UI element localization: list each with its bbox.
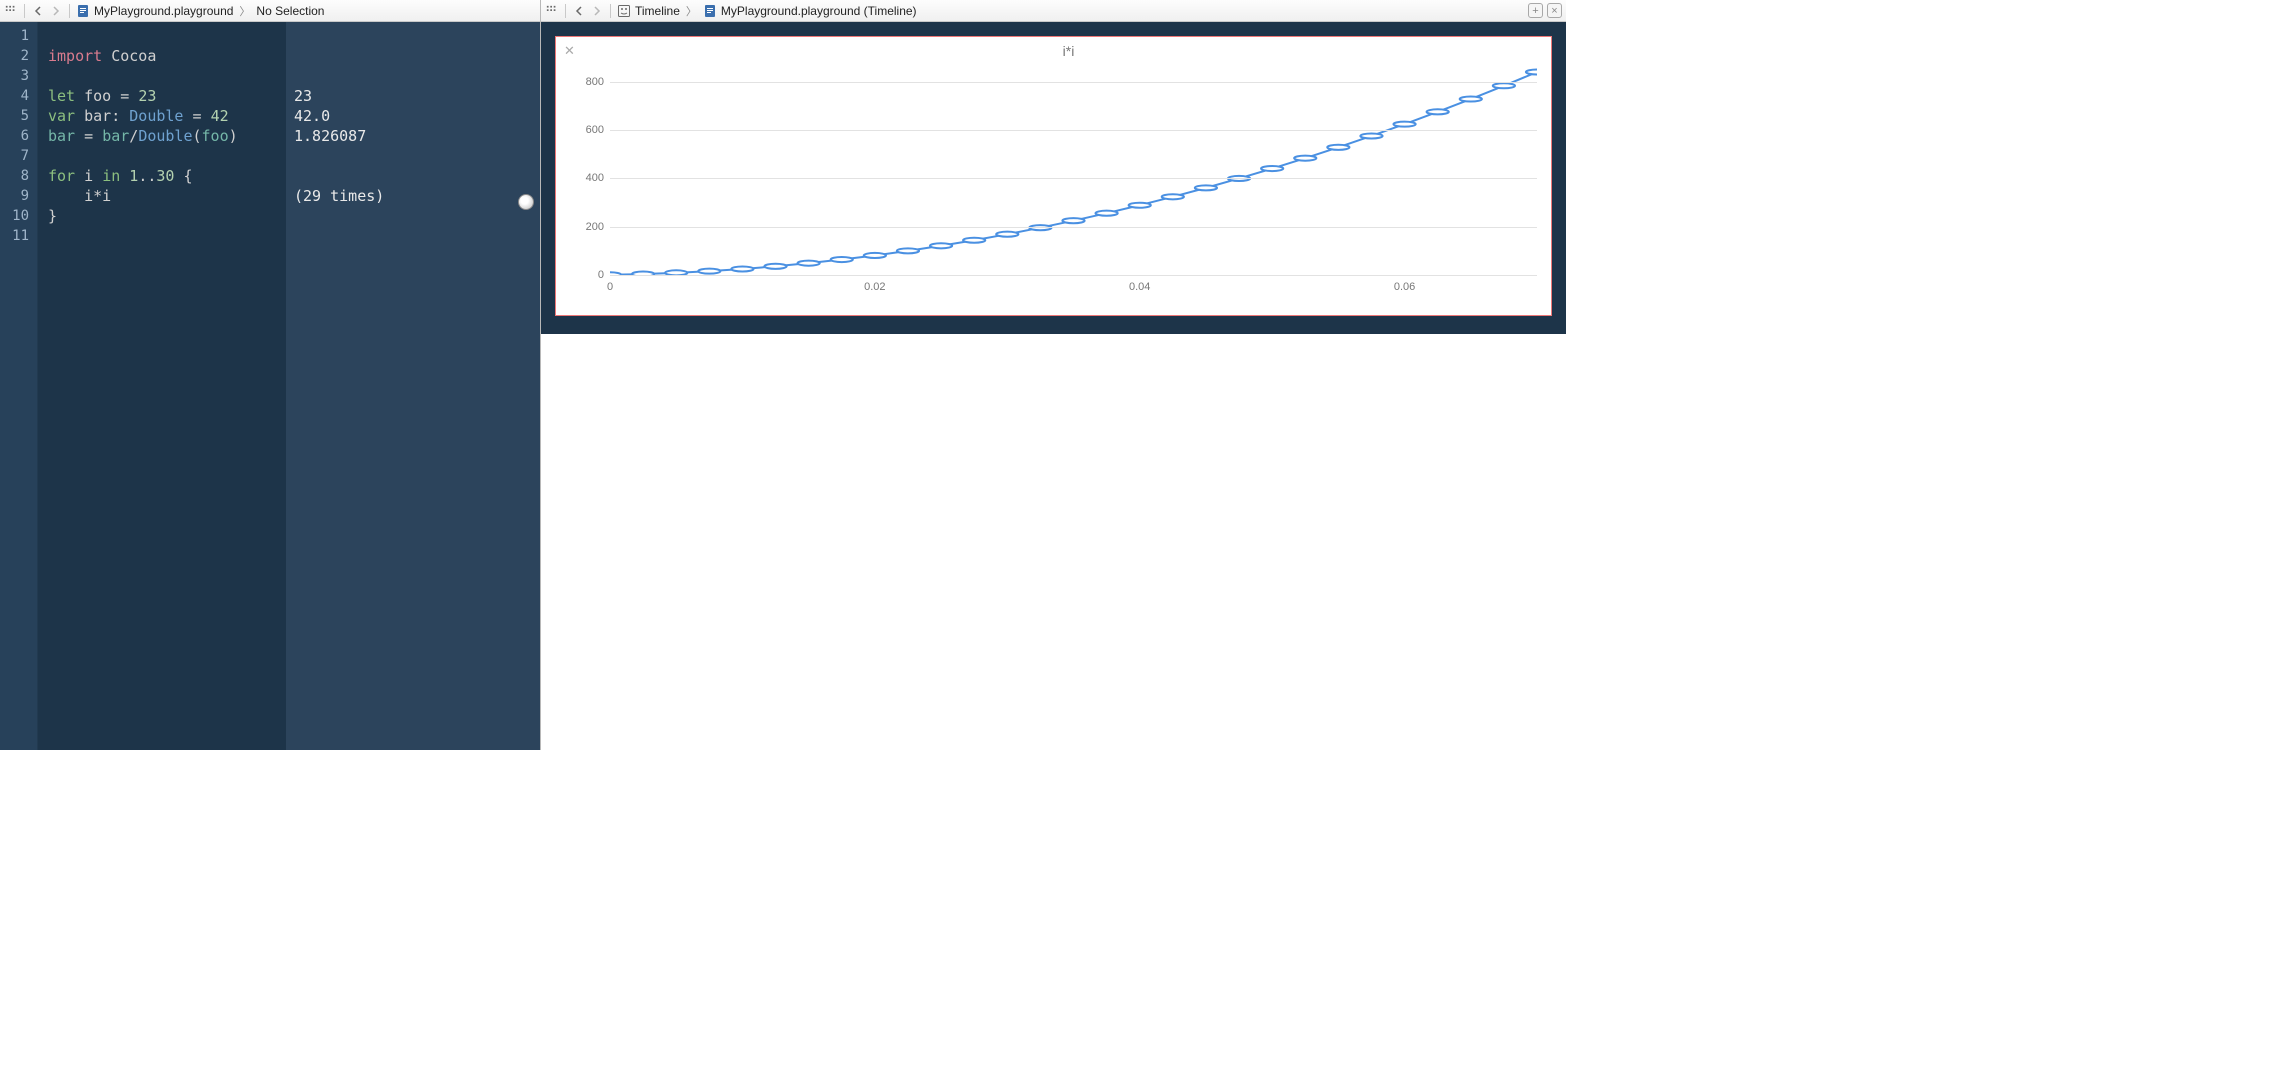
back-icon[interactable] [31, 4, 45, 18]
result-value: 1.826087 [294, 126, 532, 146]
y-axis-tick: 600 [574, 124, 604, 136]
result-value [294, 206, 532, 226]
result-value: 42.0 [294, 106, 532, 126]
related-items-icon[interactable] [4, 4, 18, 18]
chart-title: i*i [600, 43, 1537, 61]
playground-file-icon [703, 4, 717, 18]
chart-plot: 020040060080000.020.040.06 [610, 65, 1537, 275]
add-editor-button[interactable]: + [1528, 3, 1543, 18]
breadcrumb-timeline[interactable]: Timeline [635, 4, 680, 18]
breadcrumb-file[interactable]: MyPlayground.playground [94, 4, 233, 18]
chart-card: ✕ i*i 020040060080000.020.040.06 [555, 36, 1552, 316]
breadcrumb-file-timeline[interactable]: MyPlayground.playground (Timeline) [721, 4, 917, 18]
y-axis-tick: 200 [574, 221, 604, 233]
x-axis-tick: 0.02 [864, 281, 885, 293]
forward-icon[interactable] [590, 4, 604, 18]
result-value [294, 26, 532, 46]
result-value: 23 [294, 86, 532, 106]
result-value: (29 times) [294, 186, 532, 206]
y-axis-tick: 400 [574, 172, 604, 184]
code-column[interactable]: import Cocoalet foo = 23var bar: Double … [38, 22, 286, 750]
y-axis-tick: 800 [574, 76, 604, 88]
timeline-icon [617, 4, 631, 18]
result-value [294, 66, 532, 86]
quick-look-button[interactable] [518, 194, 534, 210]
close-icon[interactable]: ✕ [564, 43, 575, 59]
left-toolbar: MyPlayground.playground 〉 No Selection [0, 0, 540, 22]
y-axis-tick: 0 [574, 269, 604, 281]
results-column: 2342.01.826087 (29 times) [286, 22, 540, 750]
breadcrumb-selection[interactable]: No Selection [256, 4, 324, 18]
timeline-body: ✕ i*i 020040060080000.020.040.06 [541, 22, 1566, 750]
related-items-icon[interactable] [545, 4, 559, 18]
line-number-gutter: 1234567891011 [0, 22, 38, 750]
code-editor[interactable]: 1234567891011 import Cocoalet foo = 23va… [0, 22, 540, 750]
right-toolbar: Timeline 〉 MyPlayground.playground (Time… [541, 0, 1566, 22]
x-axis-tick: 0.04 [1129, 281, 1150, 293]
result-value [294, 166, 532, 186]
chevron-right-icon: 〉 [686, 3, 697, 19]
chevron-right-icon: 〉 [239, 3, 250, 19]
back-icon[interactable] [572, 4, 586, 18]
forward-icon[interactable] [49, 4, 63, 18]
x-axis-tick: 0 [607, 281, 613, 293]
x-axis-tick: 0.06 [1394, 281, 1415, 293]
result-value [294, 46, 532, 66]
playground-file-icon [76, 4, 90, 18]
result-value [294, 226, 532, 246]
close-editor-button[interactable]: × [1547, 3, 1562, 18]
result-value [294, 146, 532, 166]
